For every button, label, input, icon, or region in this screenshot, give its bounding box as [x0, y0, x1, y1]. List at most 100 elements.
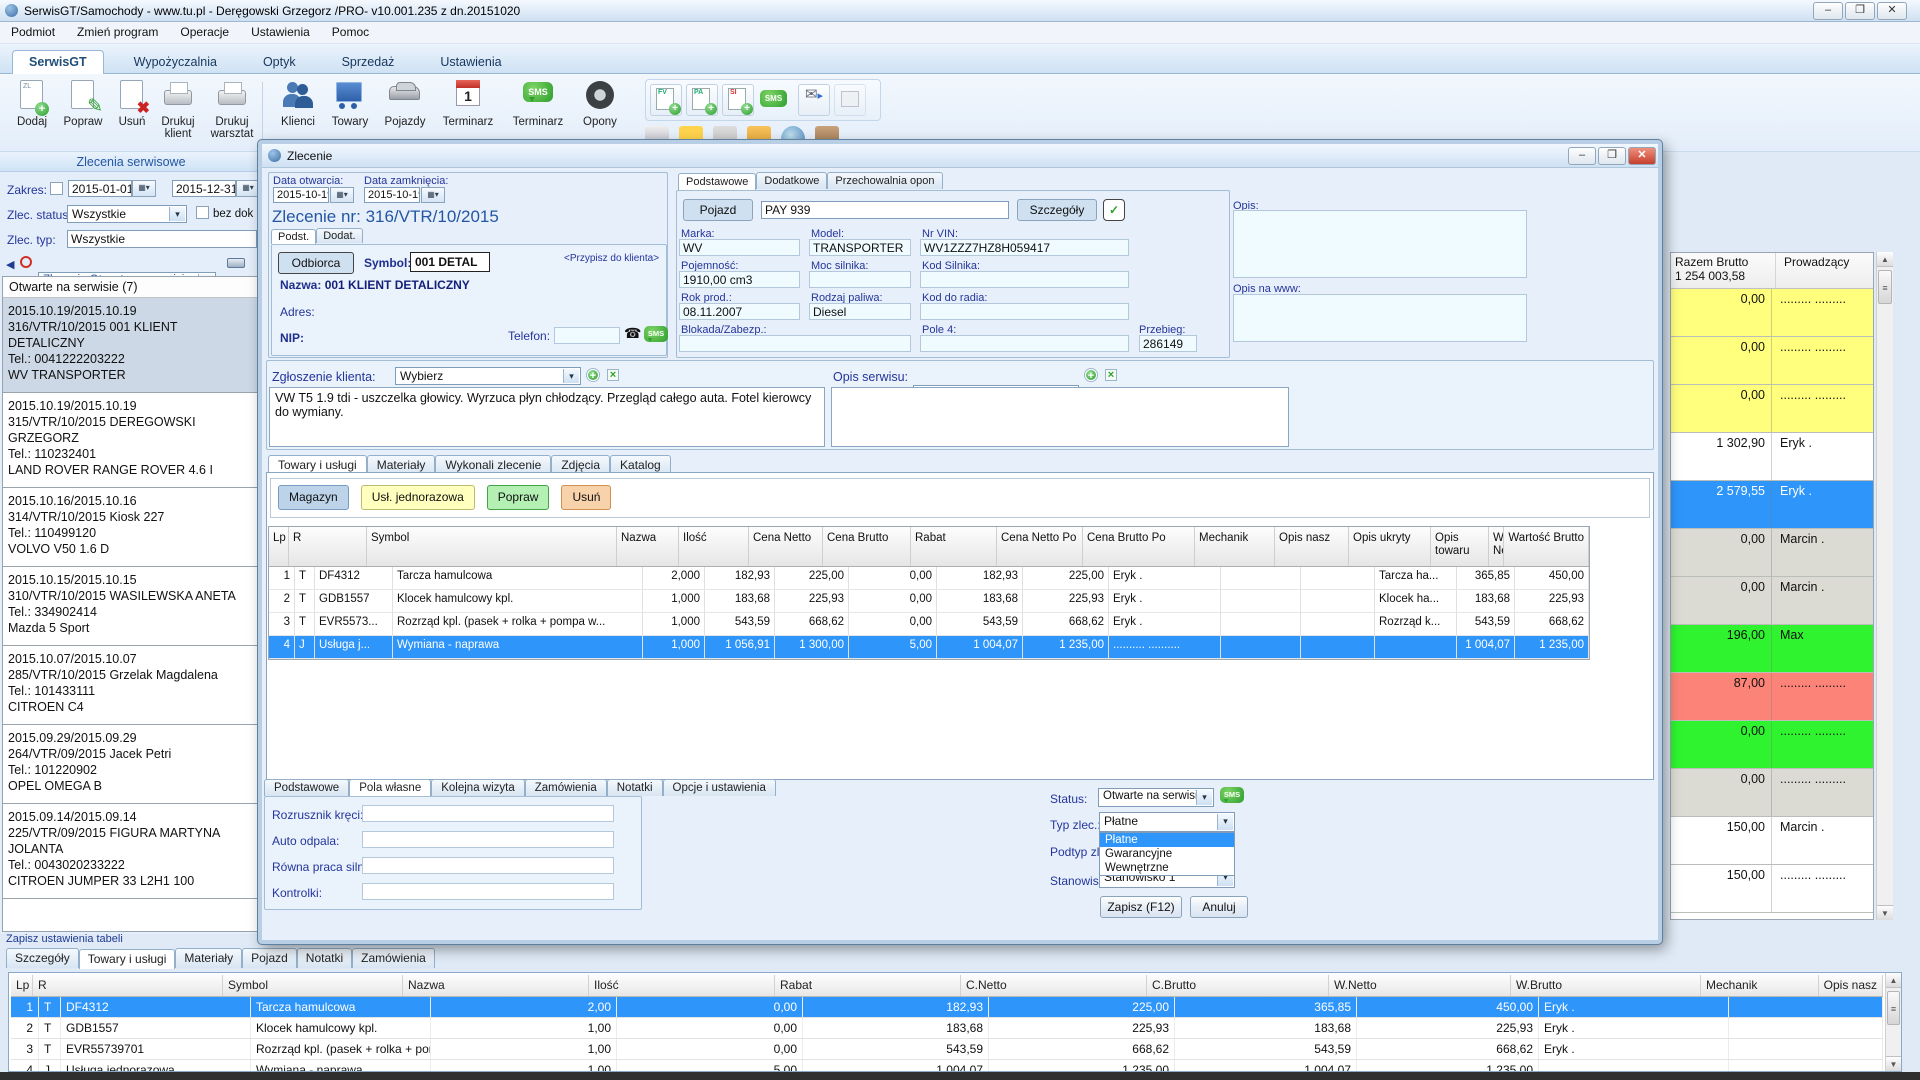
- action-button[interactable]: Popraw: [487, 485, 550, 510]
- close-date-calendar-button[interactable]: ▦▾: [421, 187, 445, 203]
- column-header[interactable]: W.Brutto: [1511, 975, 1701, 996]
- sms-icon[interactable]: SMS: [644, 326, 668, 342]
- fuel-input[interactable]: Diesel: [809, 303, 911, 320]
- receipt-add-button[interactable]: PA+: [686, 84, 718, 116]
- table-row[interactable]: 1TDF4312Tarcza hamulcowa2,000,00182,9322…: [11, 997, 1883, 1018]
- dialog-maximize-button[interactable]: ❐: [1598, 147, 1626, 165]
- menu-item[interactable]: Zmień program: [66, 22, 169, 42]
- module-tab[interactable]: Optyk: [247, 51, 312, 74]
- item-row[interactable]: 4JUsługa j...Wymiana - naprawa1,0001 056…: [269, 636, 1589, 659]
- item-row[interactable]: 2TGDB1557Klocek hamulcowy kpl.1,000183,6…: [269, 590, 1589, 613]
- scroll-up-icon[interactable]: ▲: [1886, 973, 1901, 988]
- column-header[interactable]: C.Netto: [961, 975, 1147, 996]
- module-tab[interactable]: Sprzedaż: [326, 51, 411, 74]
- power-input[interactable]: [809, 271, 911, 288]
- module-tab[interactable]: Wypożyczalnia: [118, 51, 233, 74]
- www-description-textarea[interactable]: [1233, 294, 1527, 342]
- summary-row[interactable]: 150,00 ......... .........: [1671, 865, 1873, 913]
- brand-input[interactable]: WV: [679, 239, 800, 256]
- column-header[interactable]: Ilość: [679, 527, 749, 566]
- description-textarea[interactable]: [1233, 210, 1527, 278]
- summary-row[interactable]: 0,00 ......... .........: [1671, 769, 1873, 817]
- order-list-item[interactable]: 2015.10.15/2015.10.15 310/VTR/10/2015 WA…: [3, 567, 257, 646]
- custom-field-input[interactable]: [362, 831, 614, 848]
- dropdown-option[interactable]: Gwarancyjne: [1100, 847, 1234, 861]
- bottom-tab[interactable]: Towary i usługi: [79, 949, 176, 969]
- column-header[interactable]: Cena Netto: [749, 527, 823, 566]
- order-list-item[interactable]: 2015.09.14/2015.09.14 225/VTR/09/2015 FI…: [3, 804, 257, 899]
- save-table-settings-link[interactable]: Zapisz ustawienia tabeli: [6, 933, 123, 945]
- column-header[interactable]: Nazwa: [617, 527, 679, 566]
- client-tab[interactable]: Dodat.: [316, 228, 362, 243]
- summary-row[interactable]: 0,00 Marcin .: [1671, 529, 1873, 577]
- symbol-value[interactable]: 001 DETAL: [410, 252, 490, 272]
- detail-tab[interactable]: Podstawowe: [264, 779, 349, 796]
- clients-button[interactable]: Klienci: [272, 78, 324, 128]
- summary-row[interactable]: 0,00 ......... .........: [1671, 721, 1873, 769]
- column-header[interactable]: C.Brutto: [1147, 975, 1329, 996]
- client-request-text[interactable]: VW T5 1.9 tdi - uszczelka głowicy. Wyrzu…: [269, 387, 825, 447]
- scroll-down-icon[interactable]: ▼: [1877, 905, 1893, 920]
- add-order-button[interactable]: ZL+ Dodaj: [6, 78, 58, 128]
- edit-order-button[interactable]: ✎ Popraw: [57, 78, 109, 128]
- detail-tab[interactable]: Opcje i ustawienia: [663, 779, 776, 796]
- dropdown-option[interactable]: Płatne: [1100, 833, 1234, 847]
- delete-order-button[interactable]: ✖ Usuń: [106, 78, 158, 128]
- client-tab[interactable]: Podst.: [271, 229, 316, 244]
- summary-row[interactable]: 2 579,55 Eryk .: [1671, 481, 1873, 529]
- bottom-tab[interactable]: Materiały: [175, 948, 242, 968]
- prod-year-input[interactable]: 08.11.2007: [679, 303, 800, 320]
- lock-input[interactable]: [679, 335, 911, 352]
- dialog-minimize-button[interactable]: –: [1568, 147, 1596, 165]
- sms-calendar-button[interactable]: SMS Terminarz: [512, 78, 564, 128]
- mail-send-button[interactable]: ✉▸: [798, 84, 830, 116]
- close-date-input[interactable]: 2015-10-19: [364, 187, 420, 203]
- column-header[interactable]: Opis nasz: [1819, 975, 1883, 996]
- custom-field-input[interactable]: [362, 805, 614, 822]
- order-list-item[interactable]: 2015.09.29/2015.09.29 264/VTR/09/2015 Ja…: [3, 725, 257, 804]
- mileage-input[interactable]: 286149: [1139, 335, 1197, 352]
- module-tab[interactable]: Ustawienia: [424, 51, 517, 74]
- status-filter-combo[interactable]: Wszystkie: [67, 205, 187, 223]
- column-header[interactable]: W.Netto: [1329, 975, 1511, 996]
- column-header[interactable]: Opis nasz: [1275, 527, 1349, 566]
- engine-code-input[interactable]: [920, 271, 1129, 288]
- column-header[interactable]: Symbol: [223, 975, 403, 996]
- summary-row[interactable]: 0,00 ......... .........: [1671, 385, 1873, 433]
- field4-input[interactable]: [920, 335, 1129, 352]
- column-header[interactable]: Symbol: [367, 527, 617, 566]
- column-header[interactable]: Opis ukryty: [1349, 527, 1431, 566]
- summary-row[interactable]: 0,00 ......... .........: [1671, 337, 1873, 385]
- column-header[interactable]: R: [289, 527, 367, 566]
- column-header[interactable]: Lp: [269, 527, 289, 566]
- action-button[interactable]: Magazyn: [278, 485, 349, 510]
- model-input[interactable]: TRANSPORTER: [809, 239, 911, 256]
- vehicles-button[interactable]: Pojazdy: [379, 78, 431, 128]
- detail-tab[interactable]: Pola własne: [349, 779, 431, 797]
- column-header[interactable]: Mechanik: [1195, 527, 1275, 566]
- summary-row[interactable]: 196,00 Max: [1671, 625, 1873, 673]
- detail-tab[interactable]: Notatki: [607, 779, 663, 796]
- item-row[interactable]: 1TDF4312Tarcza hamulcowa2,000182,93225,0…: [269, 567, 1589, 590]
- scroll-thumb[interactable]: ≡: [1878, 270, 1892, 304]
- invoice-add-button[interactable]: FV+: [650, 84, 682, 116]
- column-header[interactable]: Cena Brutto Po: [1083, 527, 1195, 566]
- scroll-down-icon[interactable]: ▼: [1886, 1056, 1901, 1071]
- menu-item[interactable]: Operacje: [169, 22, 240, 42]
- menu-item[interactable]: Podmiot: [0, 22, 66, 42]
- calendar-button[interactable]: 1 Terminarz: [442, 78, 494, 128]
- action-button[interactable]: Usuń: [561, 485, 611, 510]
- column-header[interactable]: Ilość: [589, 975, 775, 996]
- column-header[interactable]: Lp: [11, 975, 33, 996]
- menu-item[interactable]: Pomoc: [321, 22, 380, 42]
- range-checkbox[interactable]: [50, 182, 63, 195]
- summary-row[interactable]: 1 302,90 Eryk .: [1671, 433, 1873, 481]
- add-service-desc-icon[interactable]: +: [1085, 369, 1097, 381]
- save-button[interactable]: Zapisz (F12): [1100, 896, 1182, 918]
- add-request-icon[interactable]: +: [587, 369, 599, 381]
- scroll-up-icon[interactable]: ▲: [1877, 252, 1893, 267]
- assign-to-client-link[interactable]: <Przypisz do klienta>: [564, 253, 659, 264]
- item-row[interactable]: 3TEVR5573...Rozrząd kpl. (pasek + rolka …: [269, 613, 1589, 636]
- date-to-input[interactable]: 2015-12-31: [172, 180, 236, 197]
- bottom-tab[interactable]: Szczegóły: [6, 948, 79, 968]
